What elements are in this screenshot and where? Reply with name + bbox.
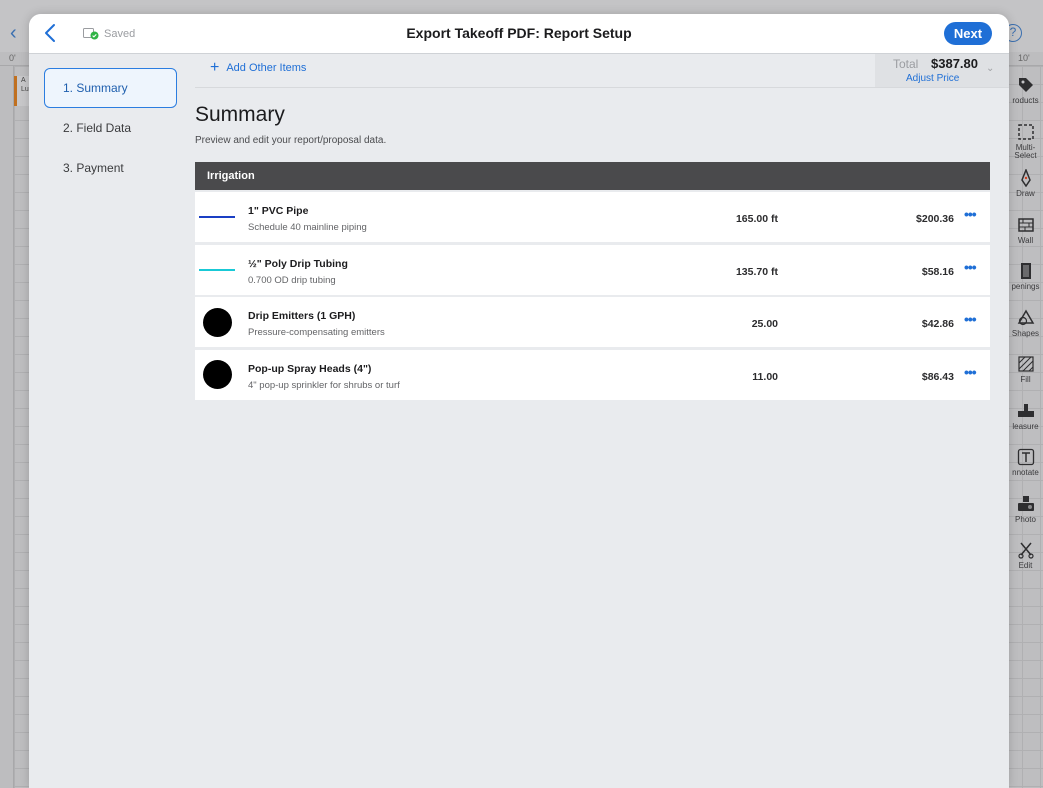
tool-label: Draw	[1016, 189, 1035, 198]
modal-header: Saved Export Takeoff PDF: Report Setup N…	[29, 14, 1009, 54]
item-quantity: 11.00	[752, 370, 778, 383]
divider	[195, 87, 1009, 88]
canvas-label-top: A	[21, 77, 26, 84]
adjust-price-link[interactable]: Adjust Price	[906, 73, 959, 84]
line-swatch	[199, 216, 235, 218]
pen-icon	[1015, 167, 1037, 189]
section-header-irrigation: Irrigation	[195, 162, 990, 190]
measure-icon	[1015, 400, 1037, 422]
add-other-items-button[interactable]: + Add Other Items	[210, 59, 307, 76]
wall-icon	[1015, 214, 1037, 236]
item-quantity: 25.00	[751, 318, 778, 330]
tool-label: Edit	[1018, 561, 1033, 570]
tool-multi-select: Multi-Select	[1008, 121, 1043, 168]
shapes-icon	[1015, 307, 1037, 329]
tool-label: Fill	[1020, 375, 1031, 384]
line-swatch-icon	[198, 192, 236, 242]
items-list: 1" PVC Pipe Schedule 40 mainline piping …	[195, 192, 990, 402]
tool-wall: Wall	[1008, 214, 1043, 261]
camera-icon	[1015, 493, 1037, 515]
add-other-items-label: Add Other Items	[226, 62, 307, 74]
item-description: 4" pop-up sprinkler for shrubs or turf	[248, 379, 400, 391]
line-swatch-icon	[198, 245, 236, 295]
item-name: Pop-up Spray Heads (4")	[248, 362, 372, 375]
item-price: $86.43	[921, 370, 954, 383]
tool-label: leasure	[1012, 421, 1039, 431]
tool-annotate: nnotate	[1008, 446, 1043, 493]
tool-label: penings	[1011, 282, 1040, 291]
canvas-label-bottom: Lu	[21, 86, 29, 93]
modal-title: Export Takeoff PDF: Report Setup	[406, 25, 632, 41]
fill-icon	[1015, 353, 1037, 375]
next-button[interactable]: Next	[944, 22, 992, 45]
dot-swatch-icon	[198, 297, 236, 347]
steps-nav: 1. Summary 2. Field Data 3. Payment	[44, 68, 177, 188]
dot-swatch-icon	[198, 350, 236, 400]
tool-draw: Draw	[1008, 167, 1043, 214]
item-price: $42.86	[921, 318, 954, 330]
item-description: Pressure-compensating emitters	[248, 327, 385, 338]
tool-label: Multi-Select	[1014, 142, 1037, 160]
step-summary[interactable]: 1. Summary	[44, 68, 177, 108]
total-label: Total	[893, 57, 919, 71]
dot-swatch	[202, 307, 232, 337]
tool-sidebar: roducts Multi-Select Draw Wall penings S…	[1008, 74, 1043, 586]
list-item[interactable]: ½" Poly Drip Tubing 0.700 OD drip tubing…	[195, 244, 990, 295]
tool-edit: Edit	[1008, 539, 1043, 586]
scissors-icon	[1015, 539, 1037, 561]
page-title: Summary	[195, 103, 285, 126]
tool-label: Shapes	[1011, 328, 1040, 338]
step-field-data[interactable]: 2. Field Data	[44, 108, 177, 148]
total-value: $387.80	[931, 56, 978, 71]
tool-openings: penings	[1008, 260, 1043, 307]
tool-label: Photo	[1015, 514, 1036, 524]
tool-label: Wall	[1017, 235, 1034, 245]
ruler-left	[0, 66, 14, 788]
list-item[interactable]: Pop-up Spray Heads (4") 4" pop-up sprink…	[195, 349, 990, 400]
item-description: 0.700 OD drip tubing	[248, 274, 336, 286]
background-back-icon: ‹	[10, 22, 17, 44]
tag-icon	[1015, 74, 1037, 96]
step-payment[interactable]: 3. Payment	[44, 148, 177, 188]
tool-label: nnotate	[1012, 468, 1039, 477]
page-subtitle: Preview and edit your report/proposal da…	[195, 135, 387, 146]
item-description: Schedule 40 mainline piping	[248, 222, 367, 233]
canvas-layer-label: A Lu	[14, 76, 29, 106]
text-icon	[1015, 446, 1037, 468]
list-item[interactable]: 1" PVC Pipe Schedule 40 mainline piping …	[195, 192, 990, 242]
door-icon	[1015, 260, 1037, 282]
item-quantity: 135.70 ft	[735, 265, 778, 278]
total-panel[interactable]: Total $387.80 Adjust Price ⌄	[875, 54, 1009, 88]
dot-swatch	[202, 360, 232, 389]
tool-measure: leasure	[1008, 400, 1043, 447]
list-item[interactable]: Drip Emitters (1 GPH) Pressure-compensat…	[195, 297, 990, 347]
line-swatch	[199, 268, 235, 271]
ruler-right-label: 10'	[1018, 53, 1030, 63]
multi-select-icon	[1015, 121, 1037, 143]
more-options-icon[interactable]: •••	[964, 312, 980, 328]
item-price: $200.36	[916, 213, 954, 225]
chevron-down-icon[interactable]: ⌄	[986, 63, 994, 74]
more-options-icon[interactable]: •••	[964, 207, 980, 223]
tool-products: roducts	[1008, 74, 1043, 121]
tool-photo: Photo	[1008, 493, 1043, 540]
item-quantity: 165.00 ft	[735, 213, 778, 225]
tool-shapes: Shapes	[1008, 307, 1043, 354]
more-options-icon[interactable]: •••	[964, 260, 980, 276]
report-setup-modal: Saved Export Takeoff PDF: Report Setup N…	[29, 14, 1009, 788]
item-price: $58.16	[921, 265, 954, 278]
item-name: 1" PVC Pipe	[248, 205, 309, 217]
plus-icon: +	[210, 59, 220, 76]
tool-fill: Fill	[1008, 353, 1043, 400]
item-name: Drip Emitters (1 GPH)	[248, 310, 356, 322]
ruler-origin-label: 0'	[9, 53, 16, 63]
tool-label: roducts	[1012, 96, 1039, 105]
item-name: ½" Poly Drip Tubing	[248, 257, 348, 270]
more-options-icon[interactable]: •••	[964, 365, 980, 381]
